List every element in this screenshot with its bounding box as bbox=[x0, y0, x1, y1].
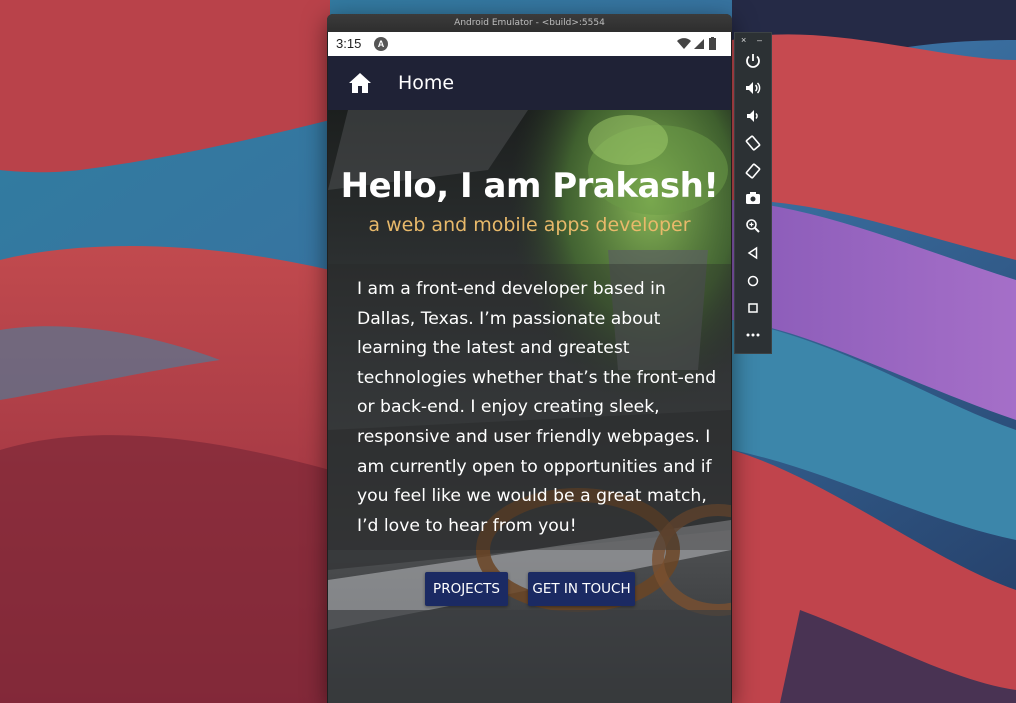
get-in-touch-button[interactable]: GET IN TOUCH bbox=[528, 572, 635, 606]
signal-icon bbox=[694, 39, 704, 49]
window-title[interactable]: Android Emulator - <build>:5554 bbox=[327, 14, 732, 32]
battery-icon bbox=[709, 38, 716, 50]
back-icon[interactable] bbox=[743, 243, 763, 263]
rotate-left-icon[interactable] bbox=[743, 133, 763, 153]
volume-down-icon[interactable] bbox=[743, 106, 763, 126]
status-bar: 3:15 A bbox=[328, 32, 731, 56]
app-bar: Home bbox=[328, 56, 731, 110]
zoom-icon[interactable] bbox=[743, 216, 763, 236]
rotate-right-icon[interactable] bbox=[743, 161, 763, 181]
home-circle-icon[interactable] bbox=[743, 271, 763, 291]
power-icon[interactable] bbox=[743, 51, 763, 71]
app-notification-icon: A bbox=[374, 37, 388, 51]
emulator-window: Android Emulator - <build>:5554 3:15 A H… bbox=[327, 14, 732, 703]
projects-button[interactable]: PROJECTS bbox=[425, 572, 508, 606]
app-bar-title: Home bbox=[398, 72, 455, 94]
hero-title: Hello, I am Prakash! bbox=[340, 166, 719, 206]
phone-screen: 3:15 A Home Hello, I am Prakash! a web a… bbox=[328, 32, 731, 703]
hero-subtitle: a web and mobile apps developer bbox=[368, 214, 691, 236]
status-time: 3:15 bbox=[336, 36, 362, 51]
home-icon[interactable] bbox=[348, 71, 372, 95]
status-system-icons bbox=[677, 37, 716, 50]
volume-up-icon[interactable] bbox=[743, 78, 763, 98]
wifi-icon bbox=[677, 38, 691, 49]
toolbar-window-controls: × – bbox=[735, 33, 771, 47]
bio-text: I am a front-end developer based in Dall… bbox=[357, 279, 717, 536]
close-icon[interactable]: × bbox=[741, 33, 746, 47]
emulator-toolbar: × – bbox=[734, 32, 772, 354]
hero-section: Hello, I am Prakash! a web and mobile ap… bbox=[328, 110, 731, 703]
overview-icon[interactable] bbox=[743, 298, 763, 318]
more-icon[interactable] bbox=[743, 325, 763, 345]
camera-icon[interactable] bbox=[743, 188, 763, 208]
minimize-icon[interactable]: – bbox=[757, 33, 762, 47]
